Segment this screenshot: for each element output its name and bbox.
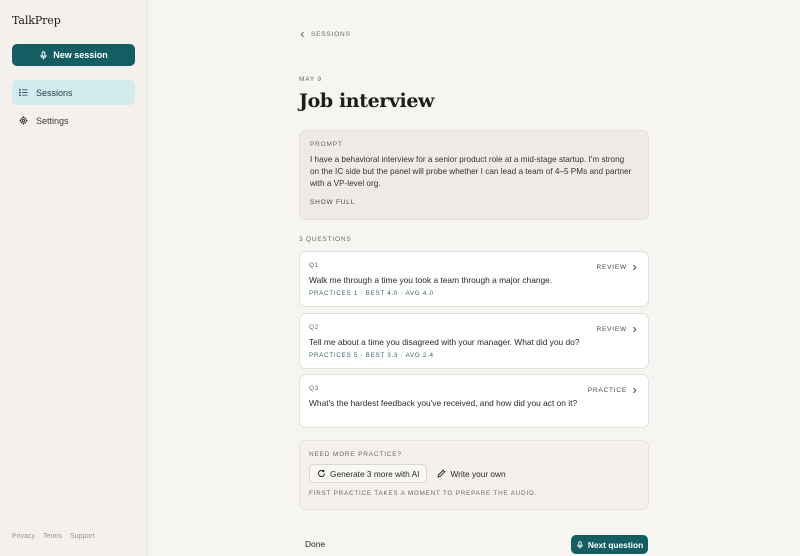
terms-link[interactable]: Terms — [43, 533, 62, 540]
next-question-label: Next question — [587, 539, 644, 550]
pencil-icon — [437, 469, 446, 478]
prompt-card: PROMPT I have a behavioral interview for… — [299, 130, 649, 220]
question-number: Q2 — [309, 324, 319, 331]
prompt-label: PROMPT — [310, 141, 343, 148]
more-practice-label: NEED MORE PRACTICE? — [309, 451, 402, 458]
more-practice-panel: NEED MORE PRACTICE? Generate 3 more with… — [299, 440, 649, 510]
list-icon — [19, 88, 28, 97]
prompt-text: I have a behavioral interview for a seni… — [310, 155, 632, 188]
action-label: PRACTICE — [587, 387, 627, 394]
practice-button[interactable]: PRACTICE — [588, 387, 638, 394]
sidebar: TalkPrep New session Sessions Settings P… — [0, 0, 148, 556]
question-card[interactable]: Q3 What's the hardest feedback you've re… — [299, 374, 649, 428]
question-number: Q1 — [309, 262, 319, 269]
sidebar-item-sessions[interactable]: Sessions — [12, 80, 135, 105]
done-button[interactable]: Done — [305, 539, 325, 549]
chevron-right-icon — [633, 264, 637, 271]
privacy-link[interactable]: Privacy — [12, 533, 35, 540]
question-card[interactable]: Q1 Walk me through a time you took a tea… — [299, 251, 649, 307]
more-practice-actions: Generate 3 more with AI Write your own — [309, 464, 639, 483]
back-label: SESSIONS — [311, 31, 351, 38]
question-stats: PRACTICES 5 · BEST 3.3 · AVG 2.4 — [309, 352, 434, 359]
question-text: Walk me through a time you took a team t… — [309, 275, 553, 285]
review-button[interactable]: REVIEW — [597, 264, 638, 271]
back-to-sessions-link[interactable]: SESSIONS — [299, 31, 351, 38]
sidebar-item-label: Sessions — [36, 87, 73, 98]
microphone-icon — [576, 540, 583, 548]
question-text: What's the hardest feedback you've recei… — [309, 398, 578, 408]
generate-more-label: Generate 3 more with AI — [330, 468, 420, 479]
chevron-left-icon — [300, 31, 304, 38]
questions-count: 3 QUESTIONS — [299, 236, 352, 243]
question-card[interactable]: Q2 Tell me about a time you disagreed wi… — [299, 313, 649, 369]
refresh-icon — [317, 469, 326, 477]
page-title: Job interview — [299, 90, 434, 112]
support-link[interactable]: Support — [70, 533, 95, 540]
sidebar-item-label: Settings — [36, 115, 69, 126]
next-question-button[interactable]: Next question — [571, 535, 648, 554]
action-label: REVIEW — [596, 326, 627, 333]
write-your-own-label: Write your own — [450, 468, 506, 479]
new-session-label: New session — [53, 50, 108, 60]
footer-links: Privacy Terms Support — [12, 533, 95, 540]
question-stats: PRACTICES 1 · BEST 4.0 · AVG 4.0 — [309, 290, 434, 297]
chevron-right-icon — [633, 326, 637, 333]
generate-more-button[interactable]: Generate 3 more with AI — [309, 464, 428, 483]
session-date: MAY 9 — [299, 76, 322, 83]
write-your-own-button[interactable]: Write your own — [437, 468, 506, 479]
show-full-button[interactable]: SHOW FULL — [310, 199, 638, 206]
new-session-button[interactable]: New session — [12, 44, 135, 66]
review-button[interactable]: REVIEW — [597, 326, 638, 333]
question-text: Tell me about a time you disagreed with … — [309, 337, 580, 347]
chevron-right-icon — [633, 387, 637, 394]
sidebar-item-settings[interactable]: Settings — [12, 108, 135, 133]
action-label: REVIEW — [596, 264, 627, 271]
more-practice-note: FIRST PRACTICE TAKES A MOMENT TO PREPARE… — [309, 490, 538, 497]
app-logo[interactable]: TalkPrep — [12, 14, 61, 27]
microphone-icon — [40, 50, 47, 59]
gear-icon — [19, 116, 28, 125]
